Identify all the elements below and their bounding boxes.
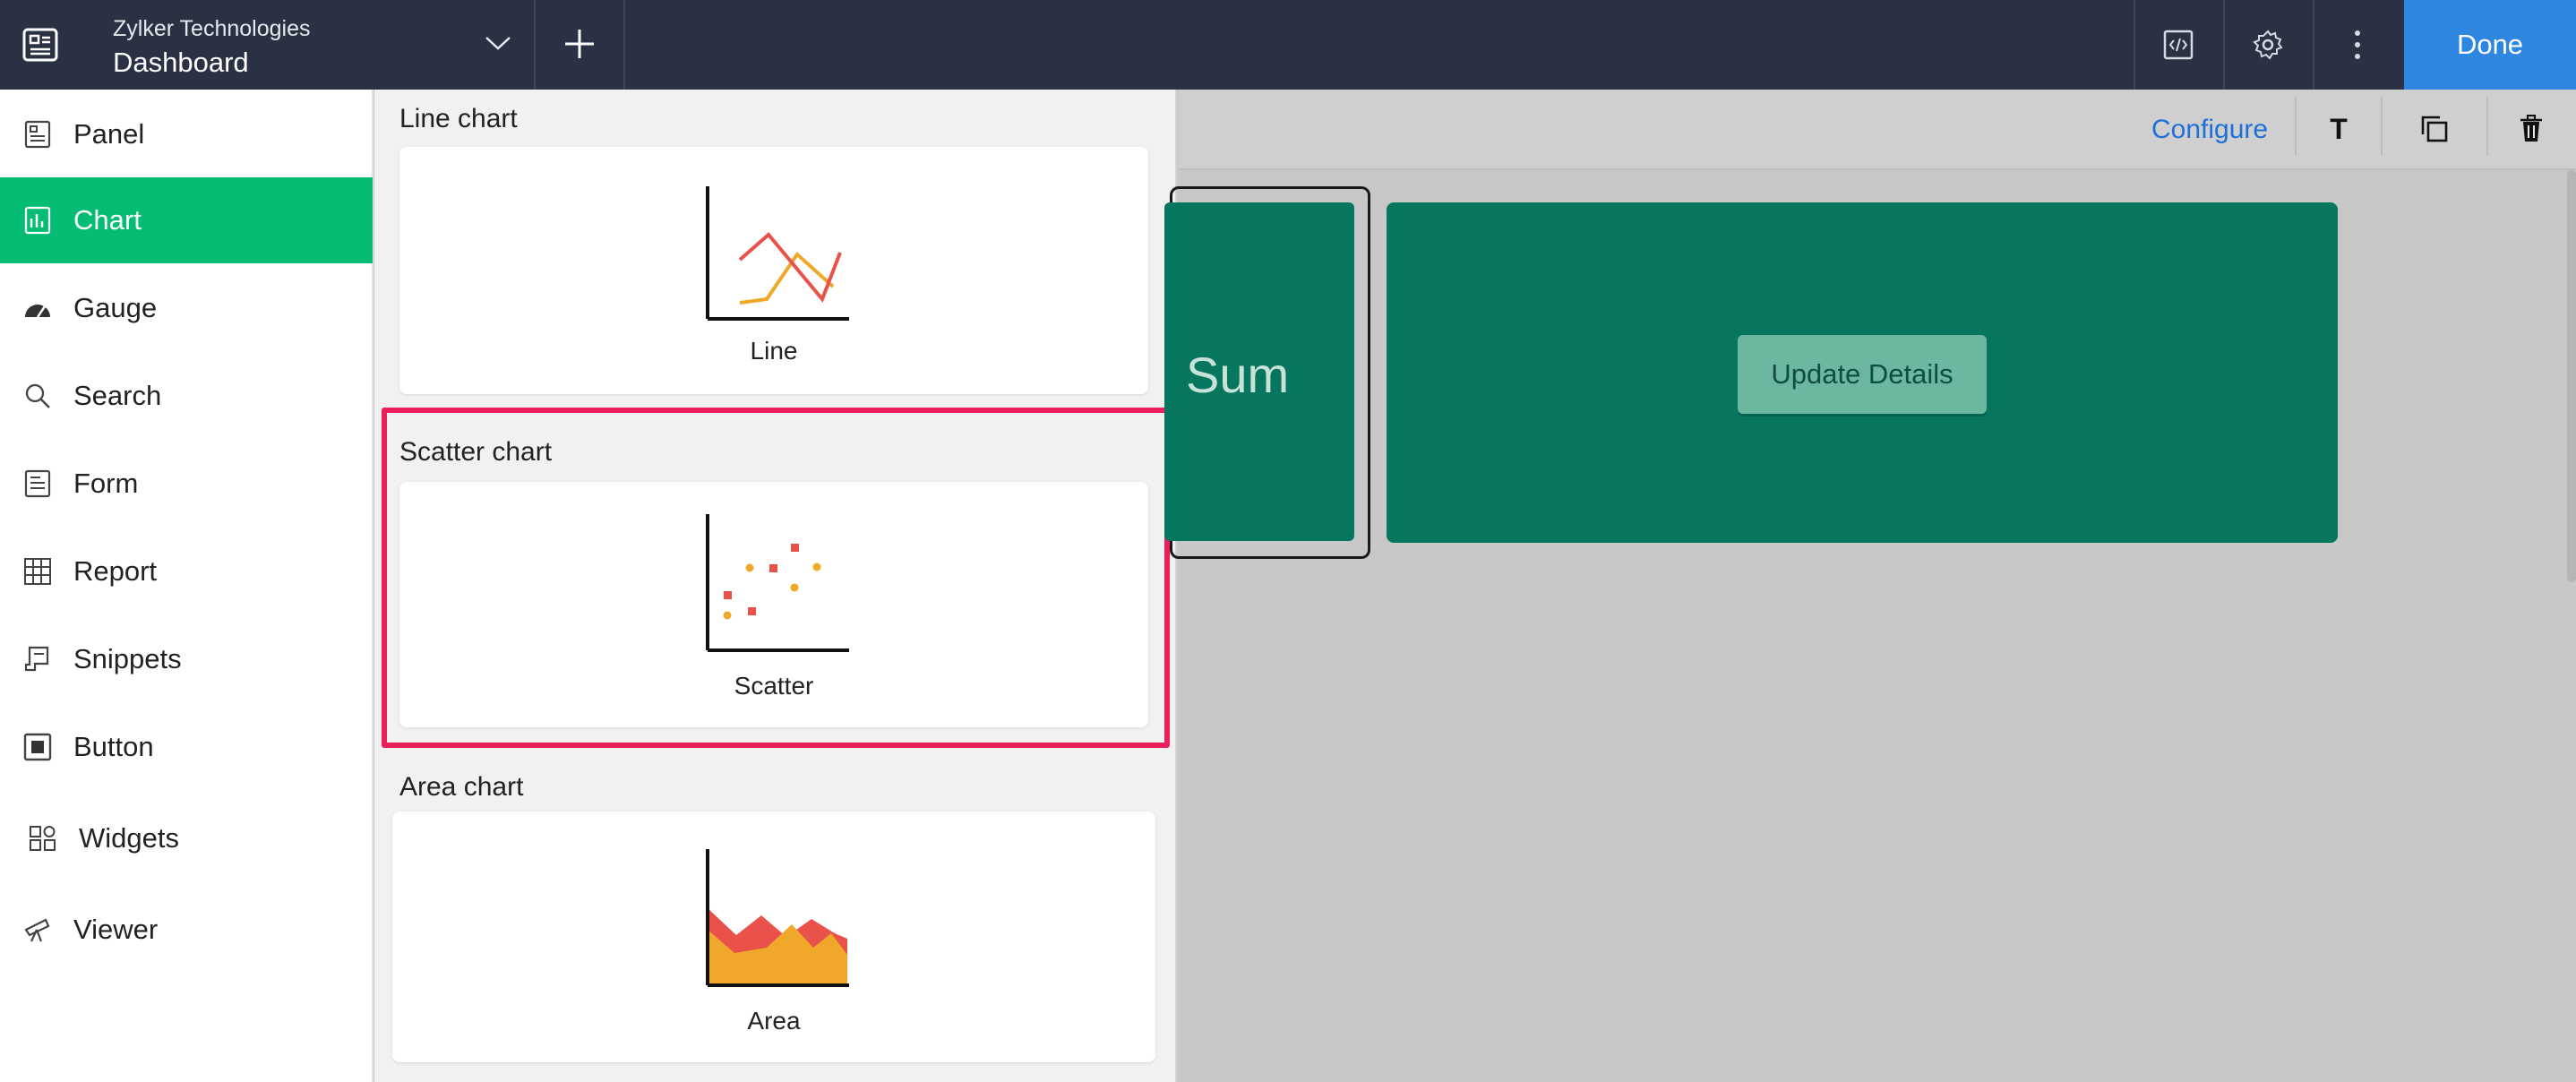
card-label: Scatter bbox=[734, 672, 814, 700]
button-icon bbox=[21, 731, 54, 763]
chart-icon bbox=[21, 204, 54, 236]
scatter-chart-card[interactable]: Scatter bbox=[399, 482, 1148, 727]
sidebar-item-form[interactable]: Form bbox=[0, 441, 373, 527]
line-chart-card[interactable]: Line bbox=[399, 147, 1148, 394]
sidebar-item-viewer[interactable]: Viewer bbox=[0, 887, 373, 973]
chevron-down-icon[interactable] bbox=[478, 23, 518, 63]
sidebar-item-label: Widgets bbox=[79, 822, 179, 854]
sidebar-item-label: Search bbox=[73, 380, 162, 411]
card-label: Area bbox=[747, 1007, 801, 1035]
sidebar-item-label: Button bbox=[73, 731, 154, 762]
sidebar-item-gauge[interactable]: Gauge bbox=[0, 265, 373, 351]
sidebar-item-label: Panel bbox=[73, 118, 145, 150]
sidebar-item-label: Viewer bbox=[73, 914, 159, 945]
sidebar-item-panel[interactable]: Panel bbox=[0, 91, 373, 177]
configure-link[interactable]: Configure bbox=[2151, 115, 2268, 145]
line-chart-icon bbox=[706, 186, 849, 321]
divider bbox=[2381, 97, 2383, 156]
divider bbox=[534, 0, 536, 90]
vertical-scrollbar[interactable] bbox=[2567, 170, 2576, 582]
form-icon bbox=[21, 468, 54, 500]
update-details-button[interactable]: Update Details bbox=[1738, 335, 1987, 414]
element-toolbar bbox=[1179, 90, 2576, 170]
sidebar-item-report[interactable]: Report bbox=[0, 528, 373, 614]
divider bbox=[2295, 97, 2297, 156]
viewer-icon bbox=[21, 914, 54, 946]
panel-icon bbox=[21, 118, 54, 150]
sidebar-item-search[interactable]: Search bbox=[0, 353, 373, 439]
delete-icon[interactable] bbox=[2508, 106, 2555, 152]
app-menu-icon[interactable] bbox=[20, 24, 61, 65]
sidebar-item-snippets[interactable]: Snippets bbox=[0, 616, 373, 702]
section-title-area-chart: Area chart bbox=[399, 772, 524, 802]
done-button[interactable]: Done bbox=[2404, 0, 2576, 90]
card-label: Line bbox=[750, 337, 798, 365]
text-format-icon[interactable]: T bbox=[2315, 106, 2362, 152]
gear-icon[interactable] bbox=[2225, 0, 2311, 90]
duplicate-icon[interactable] bbox=[2411, 106, 2458, 152]
chart-type-picker: Line chart Line Scatter chart Scatter Ar… bbox=[374, 90, 1177, 1082]
sidebar-item-widgets[interactable]: Widgets bbox=[0, 795, 373, 881]
widgets-icon bbox=[27, 822, 59, 854]
divider bbox=[623, 0, 625, 90]
top-bar: Zylker Technologies Dashboard Done bbox=[0, 0, 2576, 90]
area-chart-card[interactable]: Area bbox=[392, 812, 1155, 1062]
sidebar-item-label: Form bbox=[73, 468, 139, 499]
add-icon[interactable] bbox=[557, 21, 602, 66]
sidebar-item-button[interactable]: Button bbox=[0, 704, 373, 790]
snippets-icon bbox=[21, 643, 54, 675]
section-title-line-chart: Line chart bbox=[399, 104, 518, 133]
sidebar-item-label: Report bbox=[73, 555, 158, 587]
search-icon bbox=[21, 380, 54, 412]
tile-title: Sum bbox=[1186, 347, 1290, 403]
scatter-chart-icon bbox=[706, 514, 849, 652]
more-vertical-icon[interactable] bbox=[2314, 0, 2400, 90]
area-chart-icon bbox=[706, 849, 849, 987]
sum-panel-tile[interactable]: Sum bbox=[1164, 202, 1354, 541]
org-name: Zylker Technologies bbox=[113, 16, 311, 41]
sidebar-item-label: Gauge bbox=[73, 292, 158, 323]
component-sidebar: Panel Chart Gauge Search Form Report Sni… bbox=[0, 90, 374, 1082]
sidebar-item-label: Chart bbox=[73, 204, 142, 236]
section-title-scatter-chart: Scatter chart bbox=[399, 437, 553, 467]
page-title[interactable]: Dashboard bbox=[113, 47, 249, 79]
sidebar-item-chart[interactable]: Chart bbox=[0, 177, 373, 263]
sidebar-item-label: Snippets bbox=[73, 643, 182, 674]
report-icon bbox=[21, 555, 54, 588]
gauge-icon bbox=[21, 292, 54, 324]
divider bbox=[2486, 97, 2488, 156]
code-icon[interactable] bbox=[2135, 0, 2221, 90]
